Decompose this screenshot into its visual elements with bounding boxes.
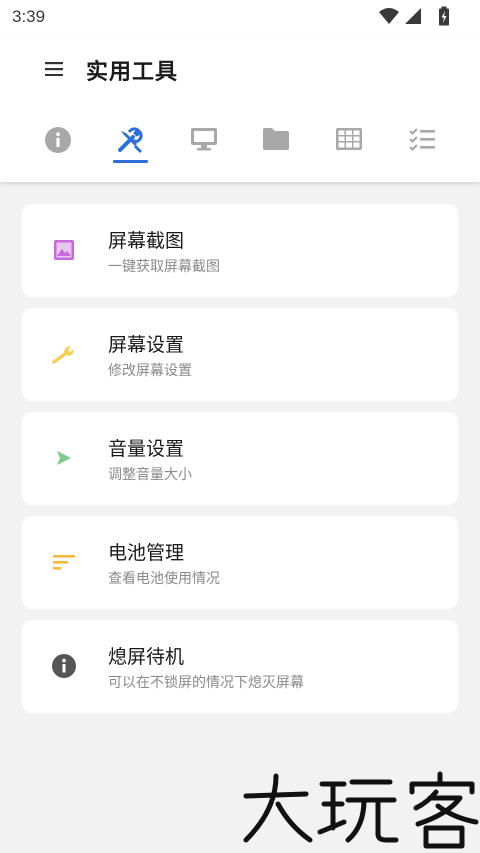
item-subtitle: 修改屏幕设置 [108,363,192,379]
info-icon [44,126,72,158]
status-time: 3:39 [12,7,46,26]
wifi-icon [378,6,400,30]
list-item-screenshot[interactable]: 屏幕截图 一键获取屏幕截图 [22,204,458,297]
menu-button[interactable] [40,56,68,84]
play-icon [50,444,78,472]
list-item-volume-settings[interactable]: 音量设置 调整音量大小 [22,412,458,505]
item-subtitle: 一键获取屏幕截图 [108,259,220,275]
image-icon [50,236,78,264]
list-item-screen-settings[interactable]: 屏幕设置 修改屏幕设置 [22,308,458,401]
item-subtitle: 查看电池使用情况 [108,571,220,587]
item-subtitle: 调整音量大小 [108,467,192,483]
list-item-screen-off-standby[interactable]: 熄屏待机 可以在不锁屏的情况下熄灭屏幕 [22,620,458,713]
item-subtitle: 可以在不锁屏的情况下熄灭屏幕 [108,675,304,691]
page-title: 实用工具 [86,60,179,85]
tools-icon [116,126,146,160]
menu-icon [45,61,63,80]
folder-icon [262,126,290,156]
item-title: 音量设置 [108,438,185,460]
item-title: 电池管理 [108,542,185,564]
wrench-icon [50,340,78,368]
tab-info[interactable] [30,122,86,166]
grid-icon [335,126,363,156]
checklist-icon [408,126,436,156]
list-item-battery[interactable]: 电池管理 查看电池使用情况 [22,516,458,609]
cell-signal-icon [404,6,422,30]
tab-monitor[interactable] [176,122,232,166]
tab-grid[interactable] [321,122,377,166]
tab-selected-indicator [113,160,148,163]
tab-checklist[interactable] [394,122,450,166]
battery-charging-icon [438,6,450,30]
info-circle-icon [50,652,78,680]
sort-icon [50,548,78,576]
item-title: 屏幕截图 [108,230,185,252]
status-bar: 3:39 [0,0,480,34]
item-title: 屏幕设置 [108,334,185,356]
watermark-logo [240,770,480,850]
item-title: 熄屏待机 [108,646,185,668]
tab-folder[interactable] [248,122,304,166]
monitor-icon [190,126,218,156]
app-header: 实用工具 [0,34,480,182]
